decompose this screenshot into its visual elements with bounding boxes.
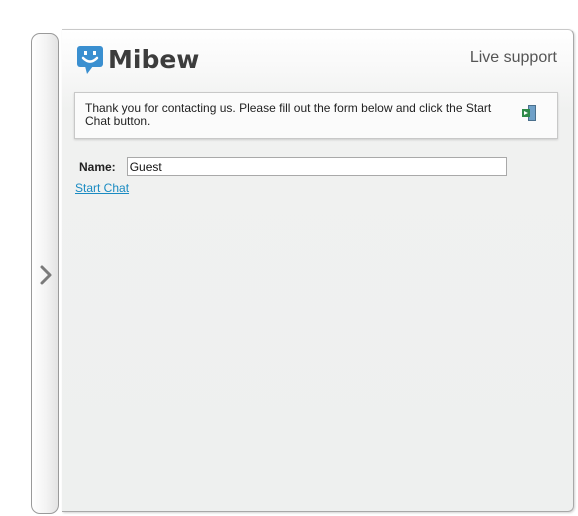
tagline: Live support: [469, 49, 557, 66]
chevron-right-icon: [40, 265, 52, 285]
name-label: Name:: [79, 159, 116, 174]
name-input[interactable]: [126, 157, 507, 176]
name-row: Name:: [79, 157, 507, 176]
intro-message-box: Thank you for contacting us. Please fill…: [74, 92, 558, 139]
intro-message-text: Thank you for contacting us. Please fill…: [85, 101, 492, 128]
collapse-side-tab[interactable]: [31, 33, 59, 514]
chat-panel: Mibew Live support Thank you for contact…: [62, 29, 574, 512]
smiley-chat-bubble-icon: [77, 46, 103, 74]
start-chat-link[interactable]: Start Chat: [75, 181, 129, 195]
logo: Mibew: [76, 44, 199, 76]
header: Mibew Live support: [62, 30, 573, 86]
exit-door-icon[interactable]: [519, 104, 537, 122]
logo-text: Mibew: [108, 45, 200, 74]
